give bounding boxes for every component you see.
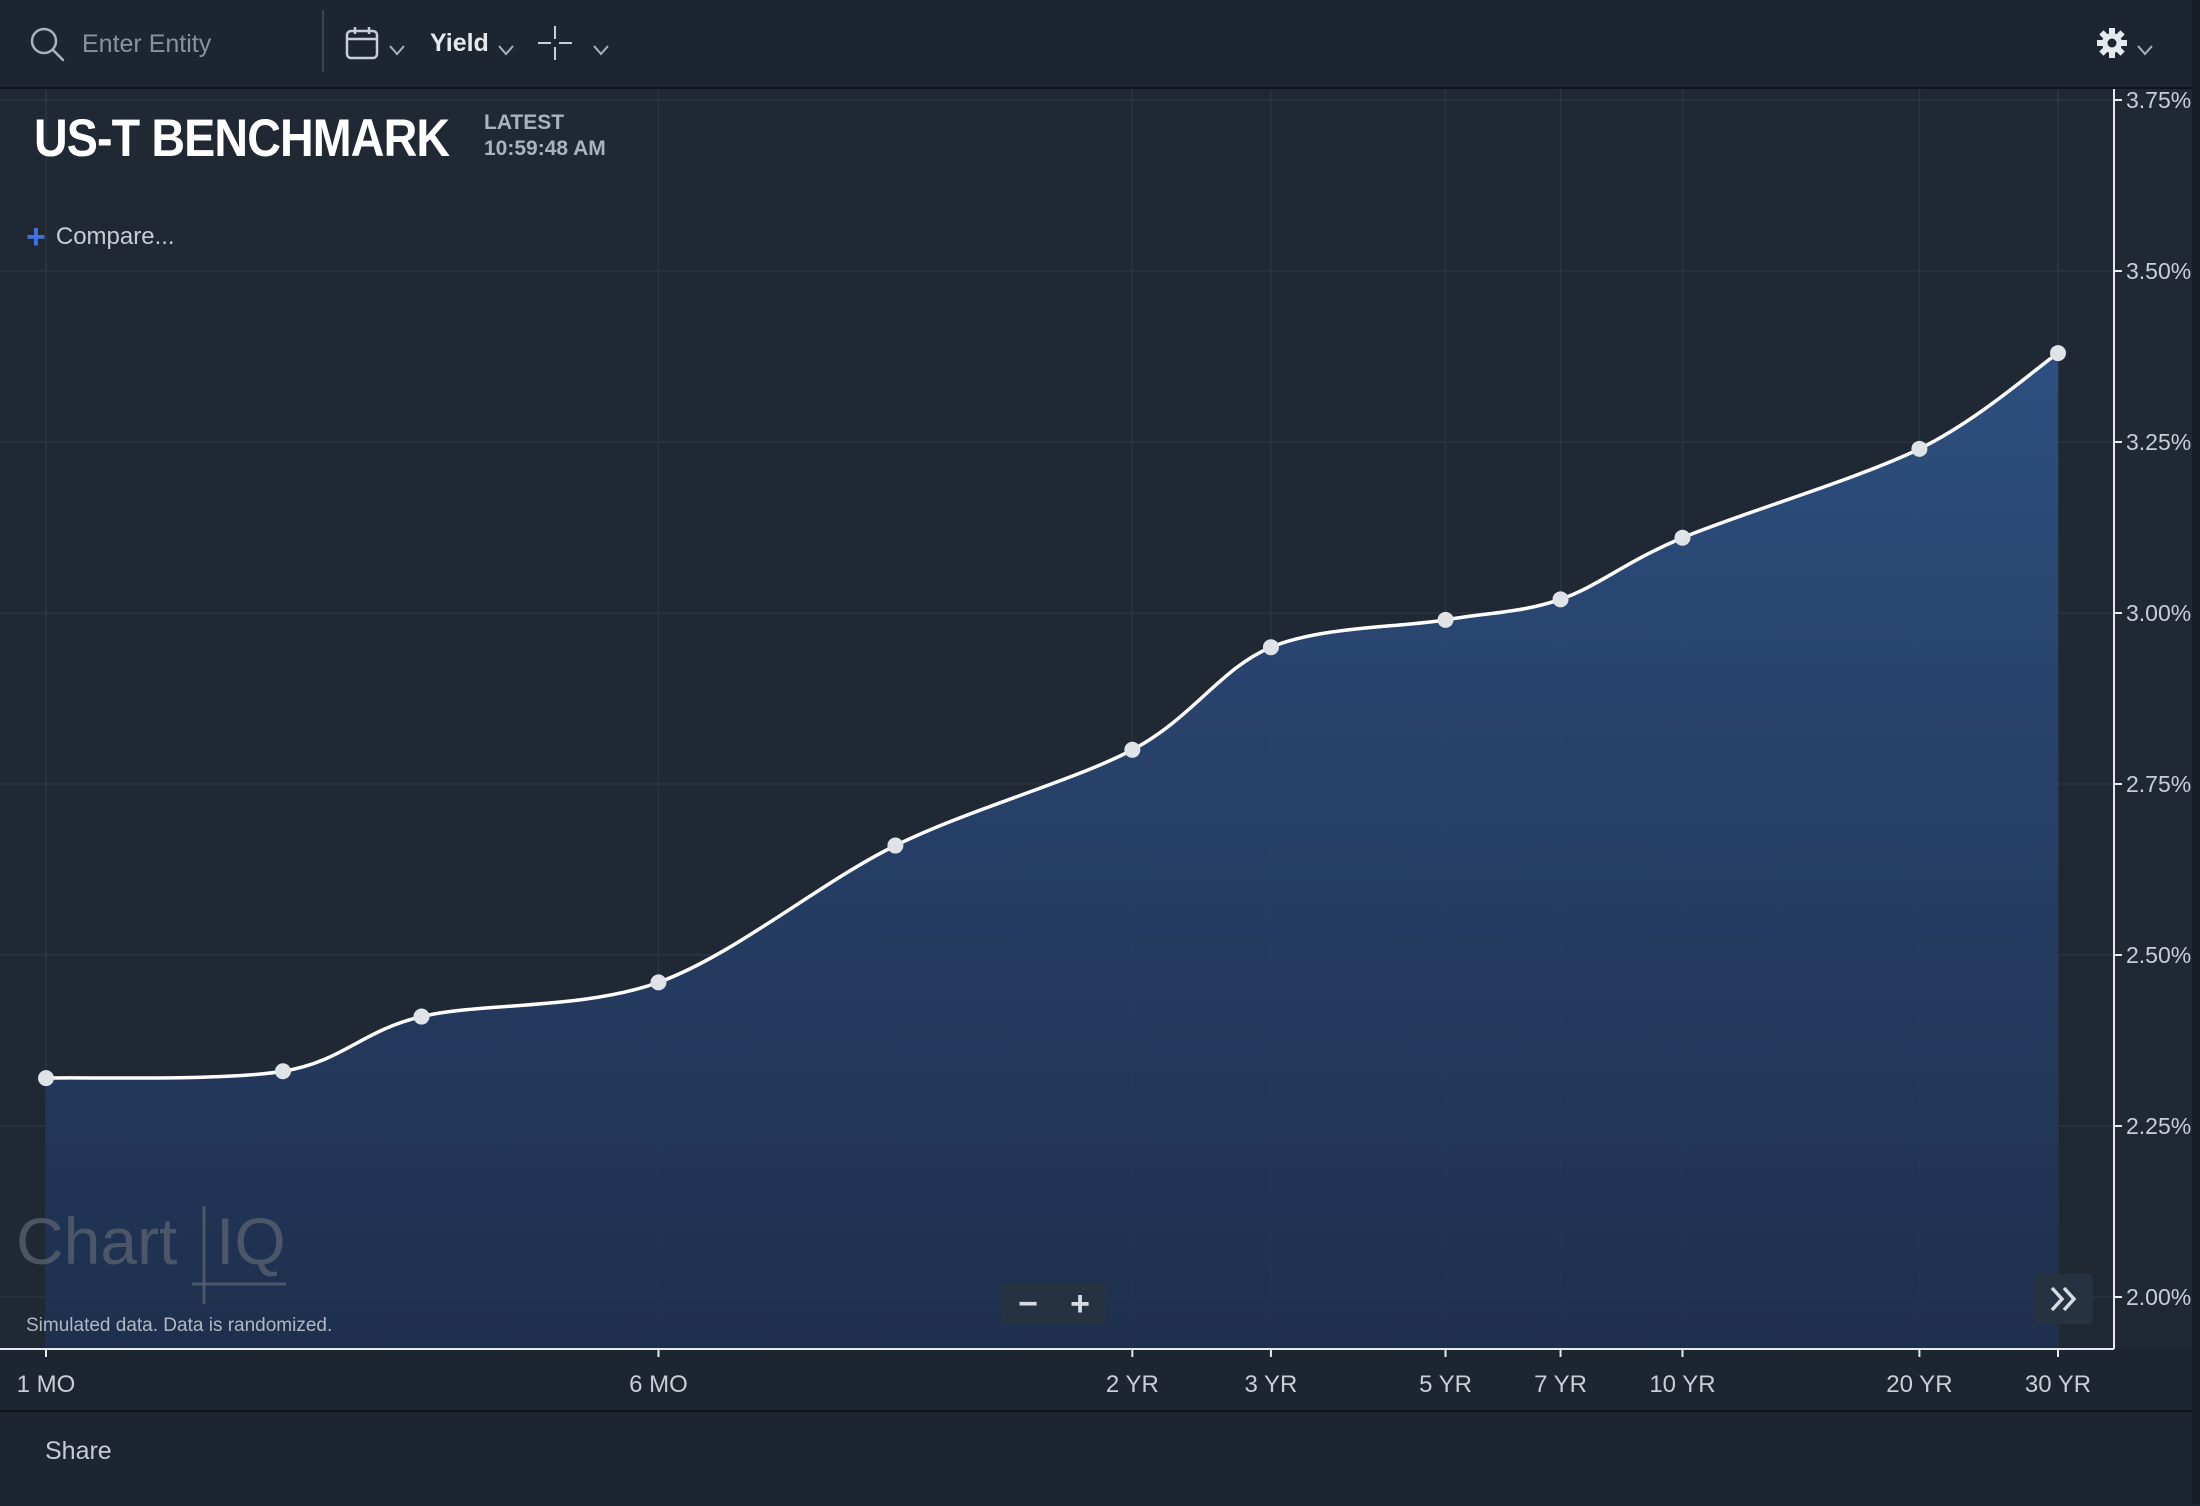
x-tick-label: 6 MO bbox=[629, 1371, 688, 1398]
footer-bar bbox=[0, 1410, 2200, 1506]
y-tick-label: 3.00% bbox=[2126, 600, 2191, 626]
data-point[interactable] bbox=[2050, 345, 2066, 362]
double-chevron-right-icon bbox=[2050, 1286, 2077, 1312]
right-edge bbox=[2192, 0, 2200, 1504]
data-point[interactable] bbox=[1674, 529, 1691, 546]
chart-title: US-T BENCHMARK bbox=[34, 109, 450, 168]
x-tick-label: 5 YR bbox=[1419, 1371, 1472, 1398]
simulated-data-note: Simulated data. Data is randomized. bbox=[26, 1315, 333, 1336]
data-point[interactable] bbox=[38, 1070, 54, 1087]
data-point[interactable] bbox=[1124, 741, 1141, 758]
zoom-in-button[interactable]: + bbox=[1070, 1287, 1090, 1321]
plus-icon: + bbox=[26, 218, 46, 256]
logo-iq-text: IQ bbox=[216, 1204, 286, 1278]
y-tick-label: 3.25% bbox=[2126, 429, 2191, 455]
data-point[interactable] bbox=[650, 974, 667, 991]
share-button[interactable]: Share bbox=[45, 1437, 112, 1466]
chartiq-logo: Chart IQ bbox=[16, 1204, 286, 1304]
x-tick-label: 10 YR bbox=[1649, 1371, 1715, 1398]
scroll-to-latest-button[interactable] bbox=[2035, 1274, 2093, 1324]
data-point[interactable] bbox=[1437, 611, 1454, 628]
y-tick-label: 3.75% bbox=[2126, 87, 2191, 113]
compare-label: Compare... bbox=[55, 223, 175, 250]
yield-area bbox=[46, 353, 2058, 1350]
data-point[interactable] bbox=[274, 1063, 291, 1080]
y-tick-label: 3.50% bbox=[2126, 258, 2191, 284]
x-tick-label: 1 MO bbox=[17, 1371, 76, 1398]
y-axis: 2.00% 2.25% 2.50% 2.75% 3.00% 3.25% 3.50% 3.75% bbox=[2114, 87, 2191, 1310]
x-axis: 1 MO 6 MO 2 YR 3 YR 5 YR 7 YR 10 YR 20 YR 30 YR bbox=[17, 1349, 2091, 1398]
data-point[interactable] bbox=[1552, 591, 1569, 608]
x-tick-label: 20 YR bbox=[1886, 1371, 1952, 1398]
data-point[interactable] bbox=[413, 1008, 430, 1025]
zoom-controls: − + bbox=[1002, 1284, 1106, 1324]
y-tick-label: 2.75% bbox=[2126, 771, 2191, 797]
zoom-out-button[interactable]: − bbox=[1018, 1287, 1038, 1321]
yield-curve-chart[interactable]: 2.00% 2.25% 2.50% 2.75% 3.00% 3.25% 3.50% 3.75%… bbox=[0, 0, 2200, 1410]
x-tick-label: 3 YR bbox=[1244, 1371, 1297, 1398]
x-tick-label: 7 YR bbox=[1534, 1371, 1587, 1398]
latest-label: LATEST bbox=[484, 111, 565, 134]
y-tick-label: 2.00% bbox=[2126, 1284, 2191, 1310]
x-tick-label: 2 YR bbox=[1106, 1371, 1159, 1398]
latest-timestamp: 10:59:48 AM bbox=[484, 137, 606, 160]
logo-chart-text: Chart bbox=[16, 1204, 177, 1278]
x-tick-label: 30 YR bbox=[2025, 1371, 2091, 1398]
data-point[interactable] bbox=[1911, 440, 1928, 457]
data-point[interactable] bbox=[1262, 639, 1279, 656]
compare-button[interactable]: + Compare... bbox=[26, 218, 175, 256]
data-point[interactable] bbox=[887, 837, 904, 854]
y-tick-label: 2.25% bbox=[2126, 1113, 2191, 1139]
y-tick-label: 2.50% bbox=[2126, 942, 2191, 968]
